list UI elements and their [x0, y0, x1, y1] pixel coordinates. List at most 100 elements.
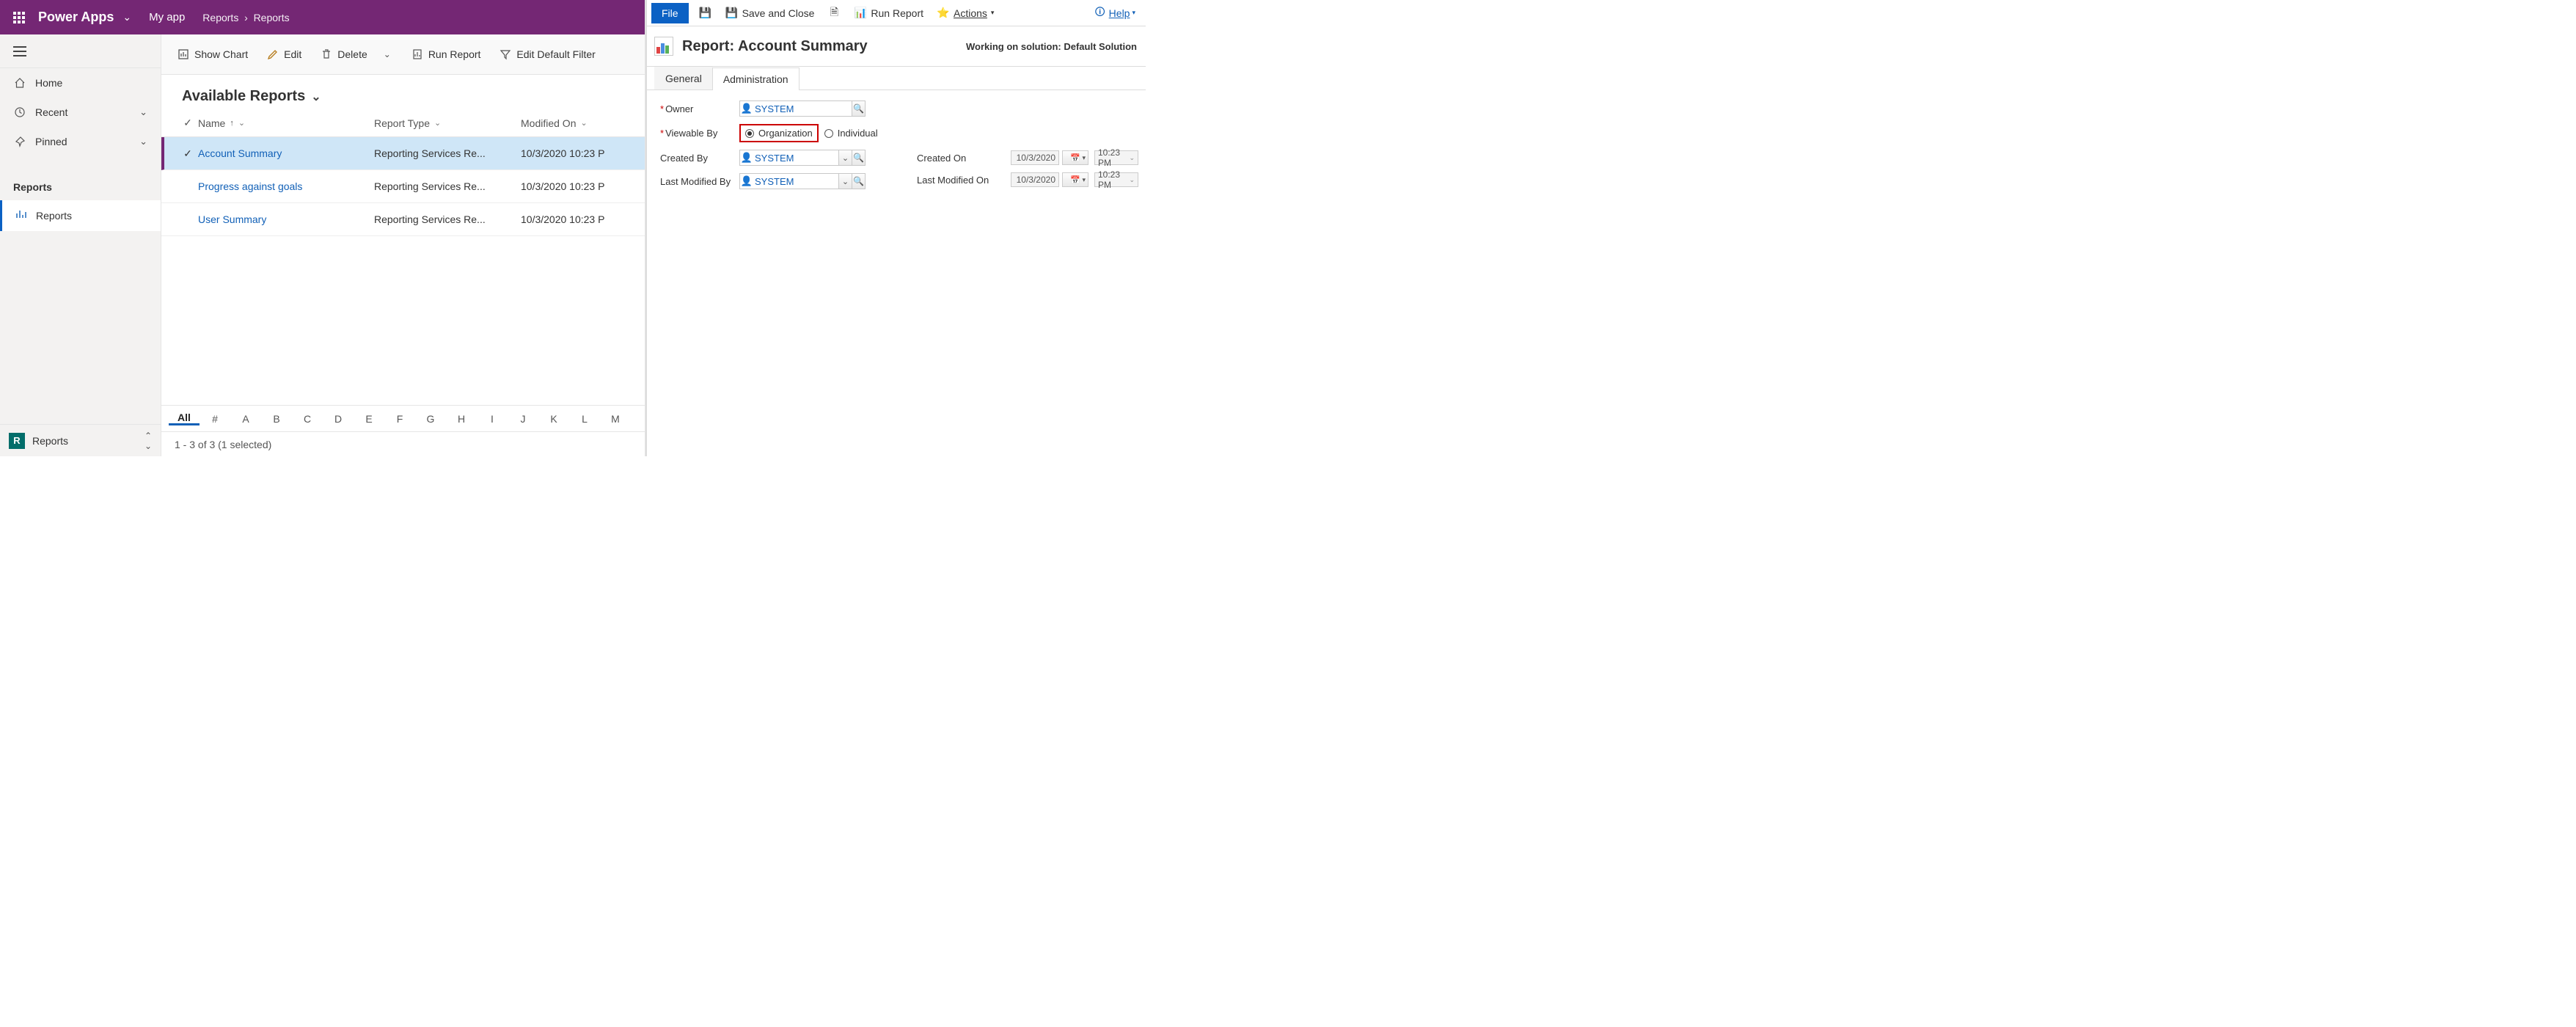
- report-icon: [15, 209, 27, 222]
- lookup-search-icon[interactable]: 🔍: [852, 101, 865, 116]
- created-on-time[interactable]: 10:23 PM⌄: [1094, 150, 1138, 165]
- delete-split-button[interactable]: ⌄: [379, 45, 395, 64]
- viewable-organization-radio[interactable]: Organization: [739, 124, 819, 142]
- row-name[interactable]: User Summary: [198, 213, 374, 225]
- table-row[interactable]: User Summary Reporting Services Re... 10…: [161, 203, 645, 236]
- edit-button[interactable]: Edit: [260, 44, 309, 65]
- breadcrumb-0[interactable]: Reports: [202, 12, 238, 23]
- alpha-letter[interactable]: E: [354, 413, 384, 425]
- hamburger-icon: [13, 46, 26, 56]
- alpha-all[interactable]: All: [169, 412, 200, 425]
- alpha-letter[interactable]: I: [477, 413, 508, 425]
- save-and-close-button[interactable]: 💾Save and Close: [722, 4, 818, 22]
- help-link[interactable]: 🛈Help▾: [1094, 7, 1141, 20]
- last-modified-by-label: Last Modified By: [660, 176, 733, 187]
- viewable-individual-radio[interactable]: Individual: [824, 128, 878, 139]
- lookup-expand-icon[interactable]: ⌄: [838, 174, 852, 189]
- actions-menu[interactable]: ⭐Actions▾: [934, 4, 997, 22]
- save-as-button[interactable]: 🗎: [824, 4, 844, 22]
- owner-lookup[interactable]: 👤 SYSTEM 🔍: [739, 100, 866, 117]
- run-report-icon: 📊: [854, 7, 867, 20]
- delete-button[interactable]: Delete: [313, 44, 374, 65]
- alpha-letter[interactable]: G: [415, 413, 446, 425]
- waffle-icon[interactable]: [13, 12, 25, 23]
- show-chart-button[interactable]: Show Chart: [170, 44, 255, 65]
- lookup-search-icon[interactable]: 🔍: [852, 174, 865, 189]
- help-icon: 🛈: [1094, 7, 1107, 20]
- alpha-letter[interactable]: D: [323, 413, 354, 425]
- created-on-date[interactable]: 📅: [1011, 150, 1088, 165]
- calendar-icon[interactable]: 📅: [1062, 150, 1088, 165]
- row-modified: 10/3/2020 10:23 P: [521, 147, 645, 159]
- file-tab[interactable]: File: [651, 3, 689, 23]
- breadcrumb-1[interactable]: Reports: [254, 12, 290, 23]
- run-report-button[interactable]: Run Report: [404, 44, 489, 65]
- alpha-letter[interactable]: C: [292, 413, 323, 425]
- status-text: 1 - 3 of 3 (1 selected): [175, 439, 271, 450]
- run-report-button[interactable]: 📊Run Report: [851, 4, 926, 22]
- save-close-icon: 💾: [725, 7, 739, 20]
- env-badge: R: [9, 433, 25, 449]
- sidebar-toggle[interactable]: [0, 34, 161, 68]
- expand-icon: ⌃⌄: [144, 431, 152, 451]
- last-modified-by-lookup[interactable]: 👤 SYSTEM ⌄ 🔍: [739, 173, 866, 189]
- solution-context: Working on solution: Default Solution: [966, 41, 1137, 52]
- row-check[interactable]: ✓: [178, 147, 198, 160]
- alpha-letter[interactable]: B: [261, 413, 292, 425]
- alpha-letter[interactable]: H: [446, 413, 477, 425]
- row-type: Reporting Services Re...: [374, 213, 521, 225]
- view-title[interactable]: Available Reports ⌄: [161, 75, 645, 109]
- alpha-letter[interactable]: M: [600, 413, 631, 425]
- tab-administration[interactable]: Administration: [712, 67, 799, 90]
- table-row[interactable]: Progress against goals Reporting Service…: [161, 170, 645, 203]
- brand-dropdown-icon[interactable]: ⌄: [122, 11, 131, 23]
- last-modified-on-date-input[interactable]: [1011, 172, 1059, 187]
- alpha-letter[interactable]: K: [538, 413, 569, 425]
- chevron-down-icon: ⌄: [434, 118, 441, 128]
- app-name[interactable]: My app: [149, 11, 185, 23]
- alpha-letter[interactable]: #: [200, 413, 230, 425]
- save-as-icon: 🗎: [827, 7, 841, 20]
- trash-icon: [321, 48, 332, 60]
- main-pane: Show Chart Edit Delete ⌄ Run Report: [161, 34, 645, 456]
- alpha-letter[interactable]: F: [384, 413, 415, 425]
- created-by-lookup[interactable]: 👤 SYSTEM ⌄ 🔍: [739, 150, 866, 166]
- sidebar-item-recent[interactable]: Recent ⌄: [0, 98, 161, 127]
- app-header: Power Apps ⌄ My app Reports › Reports: [0, 0, 645, 34]
- funnel-icon: [500, 48, 511, 60]
- column-type[interactable]: Report Type⌄: [374, 117, 521, 129]
- sidebar-subitem-reports[interactable]: Reports: [0, 200, 161, 231]
- row-name[interactable]: Progress against goals: [198, 180, 374, 192]
- edit-default-filter-button[interactable]: Edit Default Filter: [492, 44, 602, 65]
- power-apps-pane: Power Apps ⌄ My app Reports › Reports Ho…: [0, 0, 645, 456]
- created-on-label: Created On: [917, 153, 1005, 164]
- alpha-letter[interactable]: L: [569, 413, 600, 425]
- alpha-letter[interactable]: J: [508, 413, 538, 425]
- report-icon: [411, 48, 423, 60]
- lookup-search-icon[interactable]: 🔍: [852, 150, 865, 165]
- tab-general[interactable]: General: [654, 67, 713, 89]
- lookup-expand-icon[interactable]: ⌄: [838, 150, 852, 165]
- sidebar-item-home[interactable]: Home: [0, 68, 161, 98]
- alpha-letter[interactable]: A: [230, 413, 261, 425]
- table-row[interactable]: ✓ Account Summary Reporting Services Re.…: [161, 137, 645, 170]
- environment-switcher[interactable]: R Reports ⌃⌄: [0, 424, 161, 456]
- column-name[interactable]: Name↑⌄: [198, 117, 374, 129]
- created-on-date-input[interactable]: [1011, 150, 1059, 165]
- pin-icon: [13, 136, 26, 147]
- sidebar-item-pinned[interactable]: Pinned ⌄: [0, 127, 161, 156]
- person-icon: 👤: [740, 175, 753, 187]
- last-modified-on-time[interactable]: 10:23 PM⌄: [1094, 172, 1138, 187]
- sidebar-item-label: Pinned: [35, 136, 67, 147]
- pencil-icon: [267, 48, 279, 60]
- select-all-checkbox[interactable]: ✓: [178, 117, 198, 129]
- report-editor-pane: File 💾 💾Save and Close 🗎 📊Run Report ⭐Ac…: [645, 0, 1146, 456]
- person-icon: 👤: [740, 103, 753, 114]
- calendar-icon[interactable]: 📅: [1062, 172, 1088, 187]
- admin-form: *Owner 👤 SYSTEM 🔍 *Viewable By Organizat…: [647, 90, 1146, 200]
- row-name[interactable]: Account Summary: [198, 147, 374, 159]
- command-bar: Show Chart Edit Delete ⌄ Run Report: [161, 34, 645, 75]
- column-modified[interactable]: Modified On⌄: [521, 117, 645, 129]
- last-modified-on-date[interactable]: 📅: [1011, 172, 1088, 187]
- save-button[interactable]: 💾: [696, 4, 715, 22]
